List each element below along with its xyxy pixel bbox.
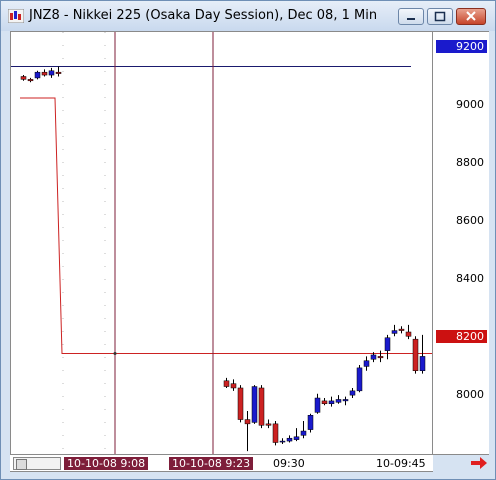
chart-window: JNZ8 - Nikkei 225 (Osaka Day Session), D… xyxy=(0,0,496,480)
y-tick-label: 8000 xyxy=(456,388,484,401)
candle-body xyxy=(55,71,62,74)
scroll-thumb[interactable] xyxy=(16,459,27,470)
candle-body xyxy=(230,383,237,389)
candle-body xyxy=(265,423,272,426)
price-axis: 9200 9000 8800 8600 8400 8200 8000 xyxy=(433,31,489,455)
minimize-button[interactable] xyxy=(398,8,424,25)
candle-body xyxy=(398,328,405,331)
candle-body xyxy=(412,338,419,371)
candle-body xyxy=(384,337,391,351)
candle-body xyxy=(286,437,293,442)
crosshair-time-tag-2: 10-10-08 9:23 xyxy=(169,457,254,470)
candle-body xyxy=(391,330,398,334)
candle-body xyxy=(41,71,48,76)
candle-body xyxy=(258,387,265,426)
candle-body xyxy=(405,331,412,337)
title-bar[interactable]: JNZ8 - Nikkei 225 (Osaka Day Session), D… xyxy=(1,1,495,31)
price-tag-9200: 9200 xyxy=(436,40,487,53)
price-step-line xyxy=(20,97,398,355)
candle-body xyxy=(419,356,426,371)
maximize-button[interactable] xyxy=(427,8,453,25)
candle-body xyxy=(377,356,384,359)
candle-body xyxy=(370,354,377,360)
candle-body xyxy=(27,79,34,82)
candle-body xyxy=(349,390,356,396)
close-button[interactable] xyxy=(456,8,486,25)
candle-body xyxy=(363,360,370,367)
candle-body xyxy=(307,414,314,430)
x-tick-label: 09:30 xyxy=(273,457,305,470)
scroll-right-arrow-icon[interactable] xyxy=(469,455,489,471)
candle-body xyxy=(251,386,258,423)
candle-body xyxy=(244,419,251,425)
candle-body xyxy=(279,440,286,443)
candle-body xyxy=(342,399,349,402)
candle-body xyxy=(300,430,307,436)
crosshair-time-tag-1: 10-10-08 9:08 xyxy=(64,457,149,470)
candle-body xyxy=(335,399,342,403)
time-axis: 10-10-08 9:08 10-10-08 9:23 09:30 10-09:… xyxy=(10,455,433,472)
candle-body xyxy=(223,380,230,387)
y-tick-label: 8600 xyxy=(456,214,484,227)
candle-body xyxy=(34,71,41,79)
candle-body xyxy=(293,436,300,440)
y-tick-label: 8800 xyxy=(456,156,484,169)
close-icon xyxy=(466,11,476,21)
window-title: JNZ8 - Nikkei 225 (Osaka Day Session), D… xyxy=(29,8,378,23)
price-tag-8200: 8200 xyxy=(436,330,487,343)
y-tick-label: 9000 xyxy=(456,98,484,111)
x-tick-label: 10-09:45 xyxy=(376,457,426,470)
price-chart-area[interactable] xyxy=(10,31,433,455)
crosshair-marker xyxy=(113,352,117,356)
candle-body xyxy=(328,400,335,405)
minimize-icon xyxy=(407,18,415,20)
candle-body xyxy=(314,397,321,413)
candle-body xyxy=(356,367,363,392)
candlestick-chart[interactable] xyxy=(11,32,432,454)
maximize-icon xyxy=(434,11,446,22)
time-scrollbar[interactable] xyxy=(13,457,61,470)
candle-body xyxy=(237,387,244,420)
candle-body xyxy=(272,423,279,443)
chart-app-icon xyxy=(8,9,24,23)
candle-body xyxy=(321,400,328,405)
y-tick-label: 8400 xyxy=(456,272,484,285)
candle-body xyxy=(20,76,27,80)
candle-body xyxy=(48,70,55,76)
